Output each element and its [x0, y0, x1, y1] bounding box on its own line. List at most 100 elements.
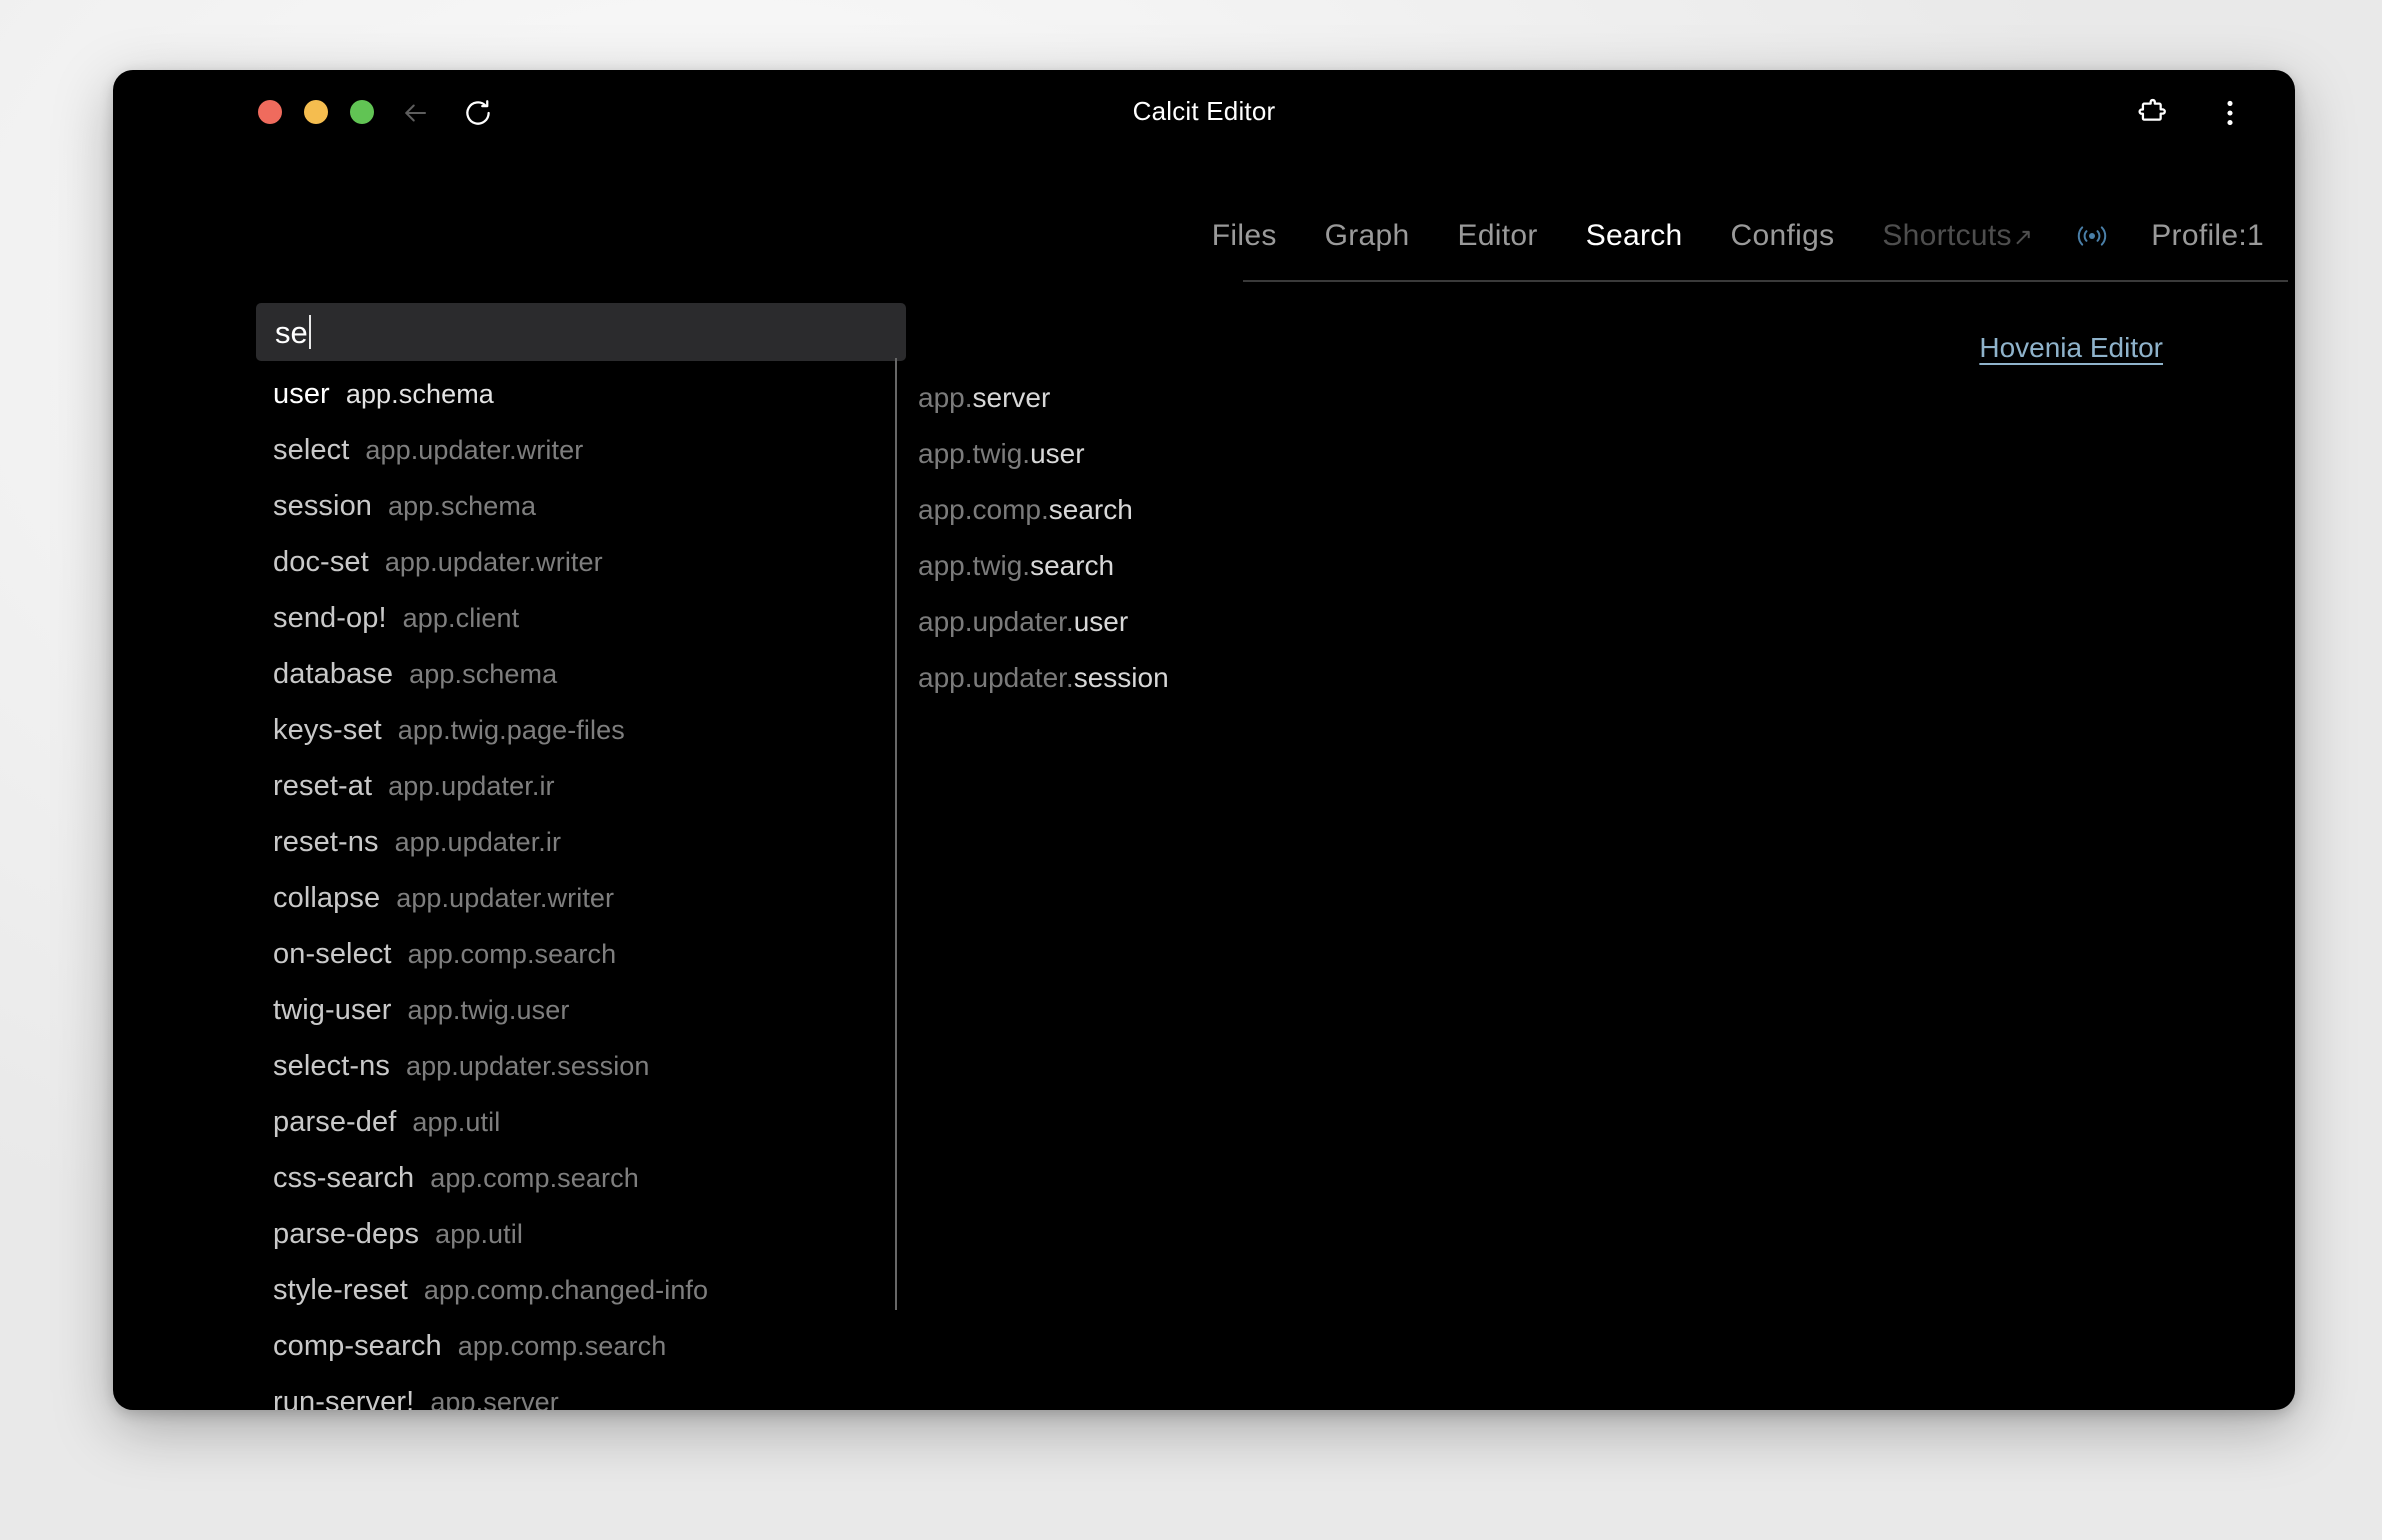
search-result-row[interactable]: reset-at app.updater.ir — [273, 758, 893, 814]
search-result-namespace: app.comp.changed-info — [423, 1274, 709, 1305]
nav-item-editor[interactable]: Editor — [1434, 212, 1562, 260]
search-result-name: run-server! — [273, 1385, 415, 1411]
search-result-row[interactable]: on-select app.comp.search — [273, 926, 893, 982]
search-result-name: doc-set — [273, 545, 369, 578]
search-result-namespace: app.util — [412, 1106, 501, 1137]
nav-item-shortcuts[interactable]: Shortcuts↗ — [1858, 212, 2057, 262]
namespace-prefix: app.twig. — [918, 438, 1031, 469]
broadcast-button[interactable] — [2057, 212, 2127, 260]
nav-item-shortcuts-label: Shortcuts — [1882, 219, 2012, 252]
search-result-row[interactable]: user app.schema — [273, 366, 893, 422]
extensions-button[interactable] — [2135, 96, 2169, 130]
namespace-prefix: app.comp. — [918, 494, 1049, 525]
search-result-namespace: app.schema — [409, 658, 558, 689]
text-cursor — [308, 315, 311, 349]
search-result-name: collapse — [273, 881, 381, 914]
search-results-list: user app.schema select app.updater.writer se… — [273, 366, 893, 1411]
search-result-row[interactable]: reset-ns app.updater.ir — [273, 814, 893, 870]
namespace-prefix: app.twig. — [918, 550, 1031, 581]
search-result-namespace: app.updater.writer — [365, 434, 584, 465]
browser-menu-button[interactable] — [2213, 96, 2247, 130]
kebab-menu-icon — [2227, 100, 2233, 126]
namespace-prefix: app. — [918, 382, 973, 413]
search-result-row[interactable]: select app.updater.writer — [273, 422, 893, 478]
search-result-namespace: app.twig.user — [407, 994, 570, 1025]
namespace-row[interactable]: app.twig. user — [918, 426, 1618, 482]
namespace-row[interactable]: app. server — [918, 370, 1618, 426]
hovenia-editor-link[interactable]: Hovenia Editor — [1979, 332, 2163, 364]
search-result-row[interactable]: comp-search app.comp.search — [273, 1318, 893, 1374]
search-result-name: keys-set — [273, 713, 382, 746]
search-result-row[interactable]: send-op! app.client — [273, 590, 893, 646]
search-result-name: comp-search — [273, 1329, 442, 1362]
search-result-name: user — [273, 377, 330, 410]
nav-item-graph[interactable]: Graph — [1301, 212, 1434, 260]
search-result-namespace: app.client — [402, 602, 520, 633]
namespace-leaf: user — [1073, 606, 1129, 637]
search-result-row[interactable]: session app.schema — [273, 478, 893, 534]
column-divider — [895, 358, 897, 1310]
search-result-namespace: app.comp.search — [430, 1162, 639, 1193]
search-result-name: parse-def — [273, 1105, 397, 1138]
namespace-row[interactable]: app.comp. search — [918, 482, 1618, 538]
search-result-name: twig-user — [273, 993, 392, 1026]
broadcast-icon — [2078, 226, 2107, 246]
browser-toolbar: Calcit Editor — [113, 70, 2295, 152]
search-input-value: se — [275, 314, 308, 350]
search-result-row[interactable]: doc-set app.updater.writer — [273, 534, 893, 590]
search-result-namespace: app.comp.search — [457, 1330, 667, 1361]
window-title: Calcit Editor — [1132, 96, 1276, 126]
namespace-row[interactable]: app.updater. session — [918, 650, 1618, 706]
search-result-namespace: app.schema — [345, 378, 494, 409]
namespace-row[interactable]: app.twig. search — [918, 538, 1618, 594]
search-result-row[interactable]: keys-set app.twig.page-files — [273, 702, 893, 758]
search-result-row[interactable]: parse-def app.util — [273, 1094, 893, 1150]
search-result-row[interactable]: css-search app.comp.search — [273, 1150, 893, 1206]
search-result-namespace: app.comp.search — [407, 938, 617, 969]
search-result-namespace: app.updater.session — [405, 1050, 650, 1081]
toolbar-right-actions — [2135, 96, 2247, 130]
namespace-leaf: session — [1073, 662, 1169, 693]
search-input[interactable]: se — [256, 303, 906, 361]
search-result-namespace: app.updater.ir — [394, 826, 562, 857]
namespace-leaf: search — [1030, 550, 1115, 581]
namespace-leaf: search — [1048, 494, 1133, 525]
search-result-namespace: app.updater.writer — [384, 546, 603, 577]
search-result-name: session — [273, 489, 373, 522]
search-result-row[interactable]: twig-user app.twig.user — [273, 982, 893, 1038]
search-result-name: style-reset — [273, 1273, 408, 1306]
search-result-name: on-select — [273, 937, 392, 970]
search-result-name: database — [273, 657, 394, 690]
search-result-namespace: app.updater.ir — [388, 770, 555, 801]
namespace-results-list: app. server app.twig. user app.comp. search ap… — [918, 370, 1618, 706]
search-result-name: reset-ns — [273, 825, 379, 858]
search-result-namespace: app.server — [430, 1386, 559, 1411]
search-result-namespace: app.updater.writer — [396, 882, 615, 913]
nav-item-configs[interactable]: Configs — [1707, 212, 1859, 260]
search-result-row[interactable]: style-reset app.comp.changed-info — [273, 1262, 893, 1318]
search-result-namespace: app.twig.page-files — [397, 714, 625, 745]
search-result-name: parse-deps — [273, 1217, 420, 1250]
search-result-row[interactable]: database app.schema — [273, 646, 893, 702]
namespace-prefix: app.updater. — [918, 606, 1074, 637]
search-result-row[interactable]: collapse app.updater.writer — [273, 870, 893, 926]
search-result-name: reset-at — [273, 769, 373, 802]
search-result-row[interactable]: run-server! app.server — [273, 1374, 893, 1411]
search-result-name: css-search — [273, 1161, 415, 1194]
nav-item-profile[interactable]: Profile:1 — [2127, 212, 2288, 260]
namespace-prefix: app.updater. — [918, 662, 1074, 693]
search-result-name: select — [273, 433, 350, 466]
puzzle-piece-icon — [2138, 99, 2166, 121]
browser-window: Calcit Editor Files Graph Editor Search … — [113, 70, 2295, 1410]
search-result-row[interactable]: select-ns app.updater.session — [273, 1038, 893, 1094]
app-navigation: Files Graph Editor Search Configs Shortc… — [1212, 212, 2288, 282]
search-result-name: send-op! — [273, 601, 387, 634]
nav-item-files[interactable]: Files — [1188, 212, 1301, 260]
search-result-namespace: app.schema — [388, 490, 537, 521]
namespace-leaf: server — [972, 382, 1051, 413]
search-result-namespace: app.util — [435, 1218, 523, 1249]
search-result-row[interactable]: parse-deps app.util — [273, 1206, 893, 1262]
external-link-arrow-icon: ↗ — [2012, 224, 2034, 251]
nav-item-search[interactable]: Search — [1562, 212, 1707, 260]
namespace-row[interactable]: app.updater. user — [918, 594, 1618, 650]
